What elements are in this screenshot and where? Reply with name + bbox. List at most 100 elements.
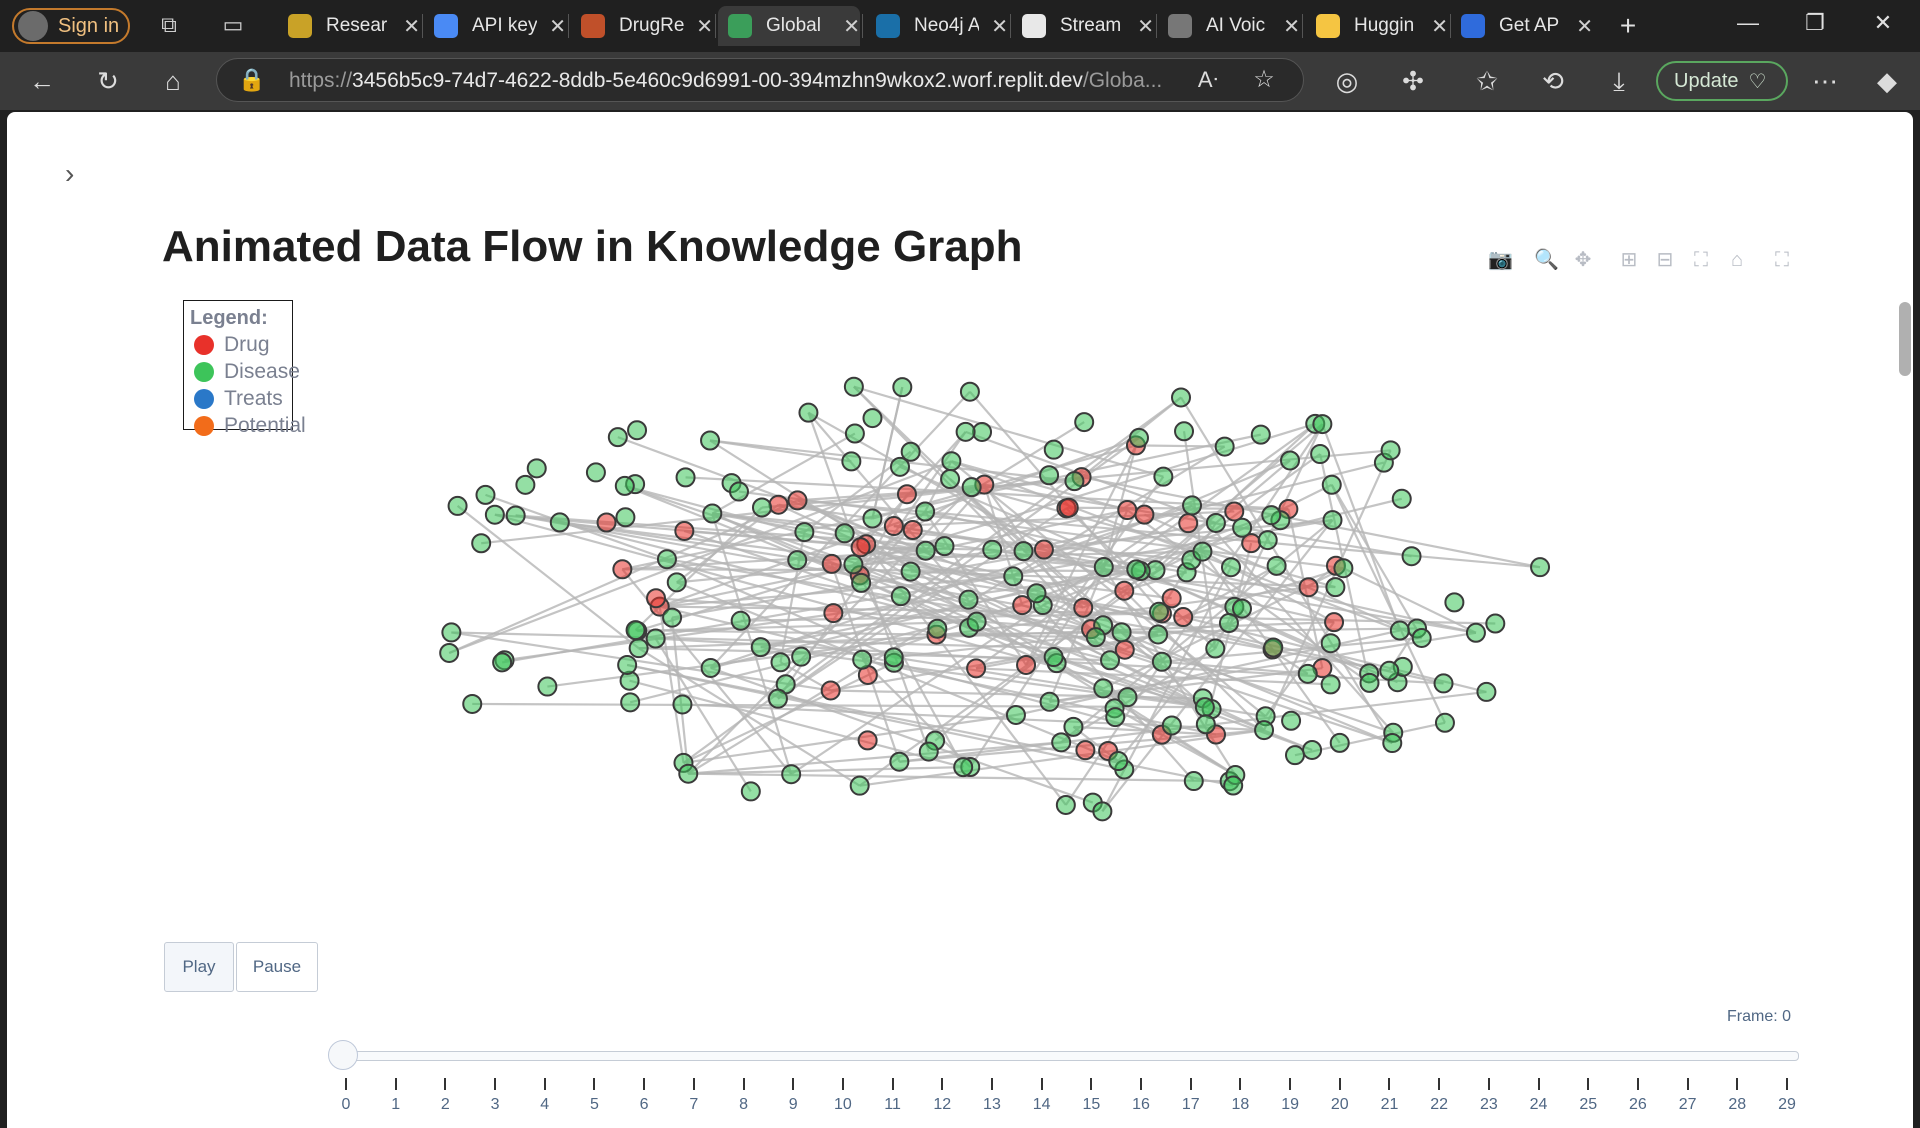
disease-node[interactable] [1322,510,1343,531]
disease-node[interactable] [787,550,808,571]
knowledge-graph[interactable] [7,112,1913,932]
disease-node[interactable] [447,495,468,516]
disease-node[interactable] [439,642,460,663]
drug-node[interactable] [1134,504,1155,525]
disease-node[interactable] [702,503,723,524]
browser-tab[interactable]: AI Voic ✕ [1158,6,1300,46]
disease-node[interactable] [1063,716,1084,737]
disease-node[interactable] [1434,712,1455,733]
disease-node[interactable] [492,652,513,673]
tab-close-icon[interactable]: ✕ [549,14,566,39]
disease-node[interactable] [1039,465,1060,486]
disease-node[interactable] [666,572,687,593]
drug-node[interactable] [966,658,987,679]
disease-node[interactable] [1205,638,1226,659]
sign-in-button[interactable]: Sign in [12,8,130,44]
drug-node[interactable] [1224,501,1245,522]
disease-node[interactable] [959,381,980,402]
disease-node[interactable] [1266,555,1287,576]
disease-node[interactable] [526,458,547,479]
disease-node[interactable] [934,536,955,557]
tab-close-icon[interactable]: ✕ [843,14,860,39]
disease-node[interactable] [900,561,921,582]
disease-node[interactable] [849,775,870,796]
drug-node[interactable] [596,512,617,533]
drug-node[interactable] [883,516,904,537]
disease-node[interactable] [851,572,872,593]
disease-node[interactable] [678,763,699,784]
drug-node[interactable] [857,730,878,751]
tab-close-icon[interactable]: ✕ [696,14,713,39]
browser-tab[interactable]: Get AP ✕ [1451,6,1593,46]
disease-node[interactable] [1263,637,1284,658]
disease-node[interactable] [441,622,462,643]
drug-node[interactable] [612,559,633,580]
disease-node[interactable] [1232,598,1253,619]
disease-node[interactable] [1220,557,1241,578]
disease-node[interactable] [751,497,772,518]
disease-node[interactable] [1312,414,1333,435]
disease-node[interactable] [1093,678,1114,699]
disease-node[interactable] [892,377,913,398]
disease-node[interactable] [1039,691,1060,712]
disease-node[interactable] [982,539,1003,560]
disease-node[interactable] [549,512,570,533]
disease-node[interactable] [767,688,788,709]
disease-node[interactable] [1333,558,1354,579]
disease-node[interactable] [1182,495,1203,516]
disease-node[interactable] [1320,674,1341,695]
drug-node[interactable] [1075,740,1096,761]
disease-node[interactable] [1051,732,1072,753]
disease-node[interactable] [627,420,648,441]
address-bar[interactable]: 🔒 https://3456b5c9-74d7-4622-8ddb-5e460c… [216,58,1304,102]
disease-node[interactable] [672,694,693,715]
drug-node[interactable] [850,537,871,558]
disease-node[interactable] [958,589,979,610]
drug-node[interactable] [820,680,841,701]
disease-node[interactable] [1411,627,1432,648]
drug-node[interactable] [646,588,667,609]
disease-node[interactable] [1195,714,1216,735]
disease-node[interactable] [843,554,864,575]
disease-node[interactable] [1280,450,1301,471]
drug-node[interactable] [896,484,917,505]
history-icon[interactable]: ⟲ [1538,66,1568,96]
drug-node[interactable] [821,553,842,574]
disease-node[interactable] [927,618,948,639]
disease-node[interactable] [781,764,802,785]
scrollbar-thumb[interactable] [1899,302,1911,376]
disease-node[interactable] [617,654,638,675]
disease-node[interactable] [1444,592,1465,613]
disease-node[interactable] [961,477,982,498]
disease-node[interactable] [620,692,641,713]
disease-node[interactable] [1055,794,1076,815]
tab-close-icon[interactable]: ✕ [1431,14,1448,39]
disease-node[interactable] [1043,647,1064,668]
drug-node[interactable] [1058,497,1079,518]
favorites-icon[interactable]: ✩ [1472,66,1502,96]
disease-node[interactable] [791,646,812,667]
drug-node[interactable] [1298,577,1319,598]
disease-node[interactable] [1485,613,1506,634]
drug-node[interactable] [1033,539,1054,560]
drug-node[interactable] [1173,607,1194,628]
drug-node[interactable] [1324,612,1345,633]
disease-node[interactable] [1111,622,1132,643]
browser-tab[interactable]: Stream ✕ [1012,6,1154,46]
disease-node[interactable] [1153,466,1174,487]
disease-node[interactable] [798,402,819,423]
disease-node[interactable] [890,586,911,607]
disease-node[interactable] [728,481,749,502]
disease-node[interactable] [1302,739,1323,760]
disease-node[interactable] [1205,512,1226,533]
disease-node[interactable] [730,610,751,631]
disease-node[interactable] [1254,720,1275,741]
disease-node[interactable] [1401,546,1422,567]
disease-node[interactable] [1100,650,1121,671]
disease-node[interactable] [862,408,883,429]
tab-close-icon[interactable]: ✕ [1576,14,1593,39]
disease-node[interactable] [750,637,771,658]
disease-node[interactable] [1151,651,1172,672]
workspaces-icon[interactable]: ⧉ [156,12,182,38]
disease-node[interactable] [662,607,683,628]
